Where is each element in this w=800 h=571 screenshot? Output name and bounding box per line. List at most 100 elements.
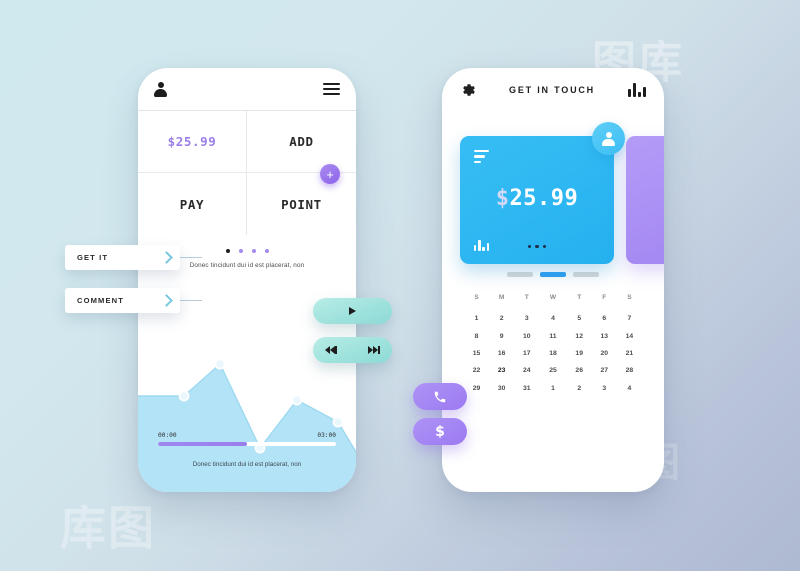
carousel-dot[interactable] (225, 249, 230, 253)
calendar-day[interactable]: 3 (592, 380, 617, 397)
grid-cell-add[interactable]: ADD (247, 111, 356, 173)
calendar-day[interactable]: 26 (567, 362, 592, 379)
grid-cell-price[interactable]: $25.99 (138, 111, 247, 173)
calendar-day[interactable]: 17 (514, 345, 539, 362)
calendar-day[interactable]: 4 (539, 310, 566, 327)
left-phone-mockup: $25.99 ADD PAY POINT + Donec tincidunt d… (138, 68, 356, 492)
play-icon (349, 307, 356, 315)
calendar-day[interactable]: 19 (567, 345, 592, 362)
calendar-day[interactable]: 8 (464, 327, 489, 344)
calendar-day[interactable]: 29 (464, 380, 489, 397)
calendar-day[interactable]: 27 (592, 362, 617, 379)
balance-card[interactable]: $25.99 (460, 136, 614, 264)
user-icon (602, 131, 615, 146)
bar-chart-icon[interactable] (628, 83, 646, 97)
calendar-day[interactable]: 10 (514, 327, 539, 344)
calendar-table: S M T W T F S 1 2 3 4 5 6 7 8 9 10 11 12… (464, 293, 642, 397)
grid-cell-point[interactable]: POINT (247, 173, 356, 235)
calendar[interactable]: S M T W T F S 1 2 3 4 5 6 7 8 9 10 11 12… (464, 293, 642, 397)
calendar-day[interactable]: 12 (567, 327, 592, 344)
amount-value: 25.99 (509, 186, 579, 211)
calendar-week-row: 15 16 17 18 19 20 21 (464, 345, 642, 362)
balance-amount: $25.99 (460, 186, 614, 211)
calendar-day[interactable]: 7 (617, 310, 642, 327)
calendar-day[interactable]: 15 (464, 345, 489, 362)
grid-cell-pay[interactable]: PAY (138, 173, 247, 235)
calendar-day[interactable]: 14 (617, 327, 642, 344)
calendar-day[interactable]: 31 (514, 380, 539, 397)
segment[interactable] (507, 272, 533, 277)
calendar-day[interactable]: 21 (617, 345, 642, 362)
hamburger-icon[interactable] (323, 83, 340, 95)
calendar-day[interactable]: 30 (489, 380, 514, 397)
seek-fill (158, 442, 247, 446)
secondary-card[interactable] (626, 136, 664, 264)
right-topbar: GET IN TOUCH (442, 68, 664, 112)
weekday-label: T (577, 294, 582, 301)
carousel-dot[interactable] (264, 249, 269, 253)
calendar-day[interactable]: 22 (464, 362, 489, 379)
calendar-week-row: 29 30 31 1 2 3 4 (464, 380, 642, 397)
get-it-button[interactable]: GET IT (65, 245, 202, 270)
chart-point[interactable] (178, 390, 190, 402)
calendar-day[interactable]: 2 (567, 380, 592, 397)
calendar-day[interactable]: 18 (539, 345, 566, 362)
calendar-day[interactable]: 11 (539, 327, 566, 344)
seek-start-time: 00:00 (158, 432, 177, 439)
caption-bottom: Donec tincidunt dui id est placerat, non (192, 461, 302, 468)
segment[interactable] (540, 272, 566, 277)
right-phone-mockup: GET IN TOUCH $25.99 S M T W T F S 1 2 3 … (442, 68, 664, 492)
calendar-day[interactable]: 2 (489, 310, 514, 327)
seek-track[interactable] (158, 442, 336, 446)
connector-line (180, 300, 202, 301)
calendar-day[interactable]: 25 (539, 362, 566, 379)
call-button[interactable] (413, 383, 467, 410)
calendar-day[interactable]: 9 (489, 327, 514, 344)
dollar-icon: $ (435, 423, 445, 440)
calendar-day[interactable]: 1 (539, 380, 566, 397)
calendar-day[interactable]: 13 (592, 327, 617, 344)
calendar-day[interactable]: 5 (567, 310, 592, 327)
add-fab-button[interactable]: + (320, 164, 340, 184)
calendar-weekday-row: S M T W T F S (464, 293, 642, 310)
left-topbar (138, 68, 356, 110)
weekday-label: M (498, 294, 505, 301)
chevron-right-icon (160, 294, 173, 307)
carousel-dot[interactable] (251, 249, 256, 253)
fast-forward-icon[interactable] (368, 346, 380, 354)
comment-button[interactable]: COMMENT (65, 288, 202, 313)
currency-symbol: $ (495, 186, 510, 211)
pay-button[interactable]: $ (413, 418, 467, 445)
seek-labels: 00:00 03:00 (158, 432, 336, 439)
menu-lines-icon[interactable] (474, 150, 489, 164)
carousel-dot[interactable] (238, 249, 243, 253)
calendar-day[interactable]: 28 (617, 362, 642, 379)
calendar-day[interactable]: 1 (464, 310, 489, 327)
calendar-day[interactable]: 16 (489, 345, 514, 362)
avatar[interactable] (592, 122, 625, 155)
gear-icon[interactable] (460, 82, 476, 98)
calendar-day[interactable]: 20 (592, 345, 617, 362)
card-more-icon[interactable] (460, 244, 614, 248)
phone-icon (434, 391, 446, 402)
rewind-icon[interactable] (325, 346, 337, 354)
user-icon[interactable] (154, 81, 167, 97)
play-button[interactable] (313, 298, 392, 324)
page-title: GET IN TOUCH (509, 85, 595, 95)
connector-line (180, 257, 202, 258)
calendar-day[interactable]: 24 (514, 362, 539, 379)
chart-point[interactable] (332, 416, 344, 428)
calendar-day-selected[interactable]: 23 (489, 362, 514, 379)
chart-point[interactable] (291, 394, 303, 406)
chevron-right-icon (160, 251, 173, 264)
seek-controls[interactable] (313, 337, 392, 363)
seek-bar[interactable]: 00:00 03:00 (158, 432, 336, 446)
segment-indicator[interactable] (442, 272, 664, 277)
calendar-day[interactable]: 4 (617, 380, 642, 397)
weekday-label: F (602, 294, 607, 301)
comment-label: COMMENT (77, 296, 124, 305)
segment[interactable] (573, 272, 599, 277)
chart-point[interactable] (214, 358, 226, 370)
calendar-day[interactable]: 6 (592, 310, 617, 327)
calendar-day[interactable]: 3 (514, 310, 539, 327)
